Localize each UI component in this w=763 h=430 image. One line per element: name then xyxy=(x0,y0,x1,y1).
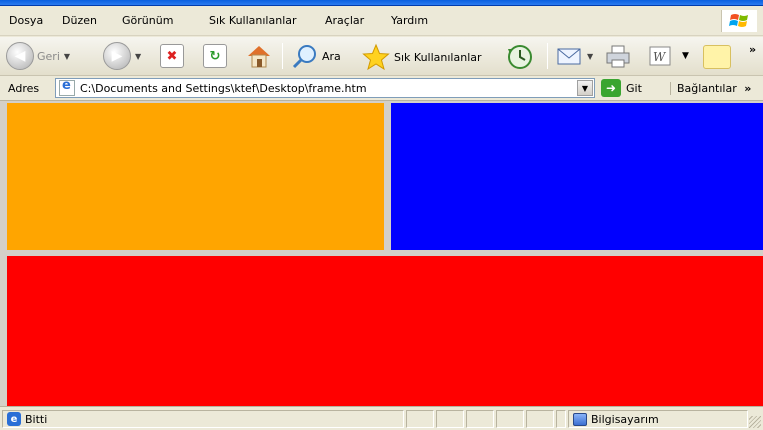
status-panel xyxy=(556,410,566,428)
windows-logo-icon xyxy=(721,10,757,32)
address-bar: Adres C:\Documents and Settings\ktef\Des… xyxy=(0,76,763,101)
stop-icon: ✖ xyxy=(160,44,184,68)
back-dropdown-icon[interactable]: ▼ xyxy=(64,52,70,61)
forward-button[interactable]: ▶ ▼ xyxy=(103,42,141,70)
history-icon xyxy=(508,45,532,69)
mail-dropdown-icon[interactable]: ▼ xyxy=(587,52,593,61)
go-arrow-icon: ➜ xyxy=(601,79,621,97)
home-button[interactable] xyxy=(245,43,273,69)
search-button[interactable]: Ara xyxy=(291,43,341,69)
ie-page-icon xyxy=(59,78,75,96)
links-button[interactable]: Bağlantılar » xyxy=(670,82,751,95)
address-input[interactable]: C:\Documents and Settings\ktef\Desktop\f… xyxy=(55,78,595,98)
note-icon xyxy=(703,45,731,69)
go-button[interactable]: ➜ Git xyxy=(601,79,642,97)
mail-button[interactable]: ▼ xyxy=(555,43,593,69)
address-dropdown-icon[interactable]: ▼ xyxy=(577,80,593,96)
resize-grip-icon[interactable] xyxy=(749,416,761,428)
address-url[interactable]: C:\Documents and Settings\ktef\Desktop\f… xyxy=(80,82,367,95)
menu-file[interactable]: Dosya xyxy=(9,14,43,27)
svg-text:W: W xyxy=(653,50,667,64)
status-text: Bitti xyxy=(25,412,48,426)
back-label: Geri xyxy=(37,49,60,63)
stop-button[interactable]: ✖ xyxy=(160,44,184,68)
back-button[interactable]: ◀ Geri ▼ xyxy=(6,42,70,70)
links-label: Bağlantılar xyxy=(677,82,737,95)
edit-dropdown-icon[interactable]: ▼ xyxy=(682,51,689,61)
address-label: Adres xyxy=(8,82,40,95)
word-edit-icon: W xyxy=(649,46,671,66)
ie-status-icon: e xyxy=(7,412,21,426)
frame-bottom xyxy=(7,256,763,406)
frame-top-right xyxy=(391,103,763,250)
favorites-button[interactable]: Sık Kullanılanlar xyxy=(361,43,482,71)
status-zone: Bilgisayarım xyxy=(591,412,659,426)
search-icon xyxy=(292,45,316,69)
status-text-panel: e Bitti xyxy=(2,410,404,428)
menu-bar: Dosya Düzen Görünüm Sık Kullanılanlar Ar… xyxy=(0,6,763,36)
favorites-label: Sık Kullanılanlar xyxy=(394,50,482,64)
search-label: Ara xyxy=(322,49,341,63)
menu-help[interactable]: Yardım xyxy=(391,14,428,27)
frame-top-left xyxy=(7,103,384,250)
status-panel xyxy=(466,410,494,428)
back-arrow-icon: ◀ xyxy=(6,42,34,70)
forward-dropdown-icon[interactable]: ▼ xyxy=(135,52,141,61)
status-panel xyxy=(526,410,554,428)
menu-edit[interactable]: Düzen xyxy=(62,14,97,27)
toolbar-separator xyxy=(282,43,283,69)
edit-button[interactable]: W ▼ xyxy=(648,44,689,68)
links-overflow-icon: » xyxy=(744,82,752,95)
computer-icon xyxy=(573,412,587,426)
go-label: Git xyxy=(626,81,642,95)
history-button[interactable] xyxy=(505,43,535,71)
menu-view[interactable]: Görünüm xyxy=(122,14,173,27)
status-bar: e Bitti Bilgisayarım xyxy=(0,406,763,430)
frameset-content xyxy=(0,101,763,406)
menu-favorites[interactable]: Sık Kullanılanlar xyxy=(209,14,297,27)
home-icon xyxy=(248,46,270,68)
status-panel xyxy=(436,410,464,428)
star-icon xyxy=(362,43,390,71)
toolbar-separator xyxy=(547,43,548,69)
menu-tools[interactable]: Araçlar xyxy=(325,14,364,27)
printer-icon xyxy=(606,45,630,68)
refresh-button[interactable]: ↻ xyxy=(203,44,227,68)
status-zone-panel: Bilgisayarım xyxy=(568,410,748,428)
status-panel xyxy=(496,410,524,428)
refresh-icon: ↻ xyxy=(203,44,227,68)
print-button[interactable] xyxy=(604,43,632,69)
mail-icon xyxy=(557,48,581,65)
toolbar: ◀ Geri ▼ ▶ ▼ ✖ ↻ Ara Sık Kullanılanlar ▼… xyxy=(0,37,763,76)
forward-arrow-icon: ▶ xyxy=(103,42,131,70)
toolbar-overflow-icon[interactable]: » xyxy=(749,43,756,56)
messenger-button[interactable] xyxy=(703,45,731,69)
status-panel xyxy=(406,410,434,428)
